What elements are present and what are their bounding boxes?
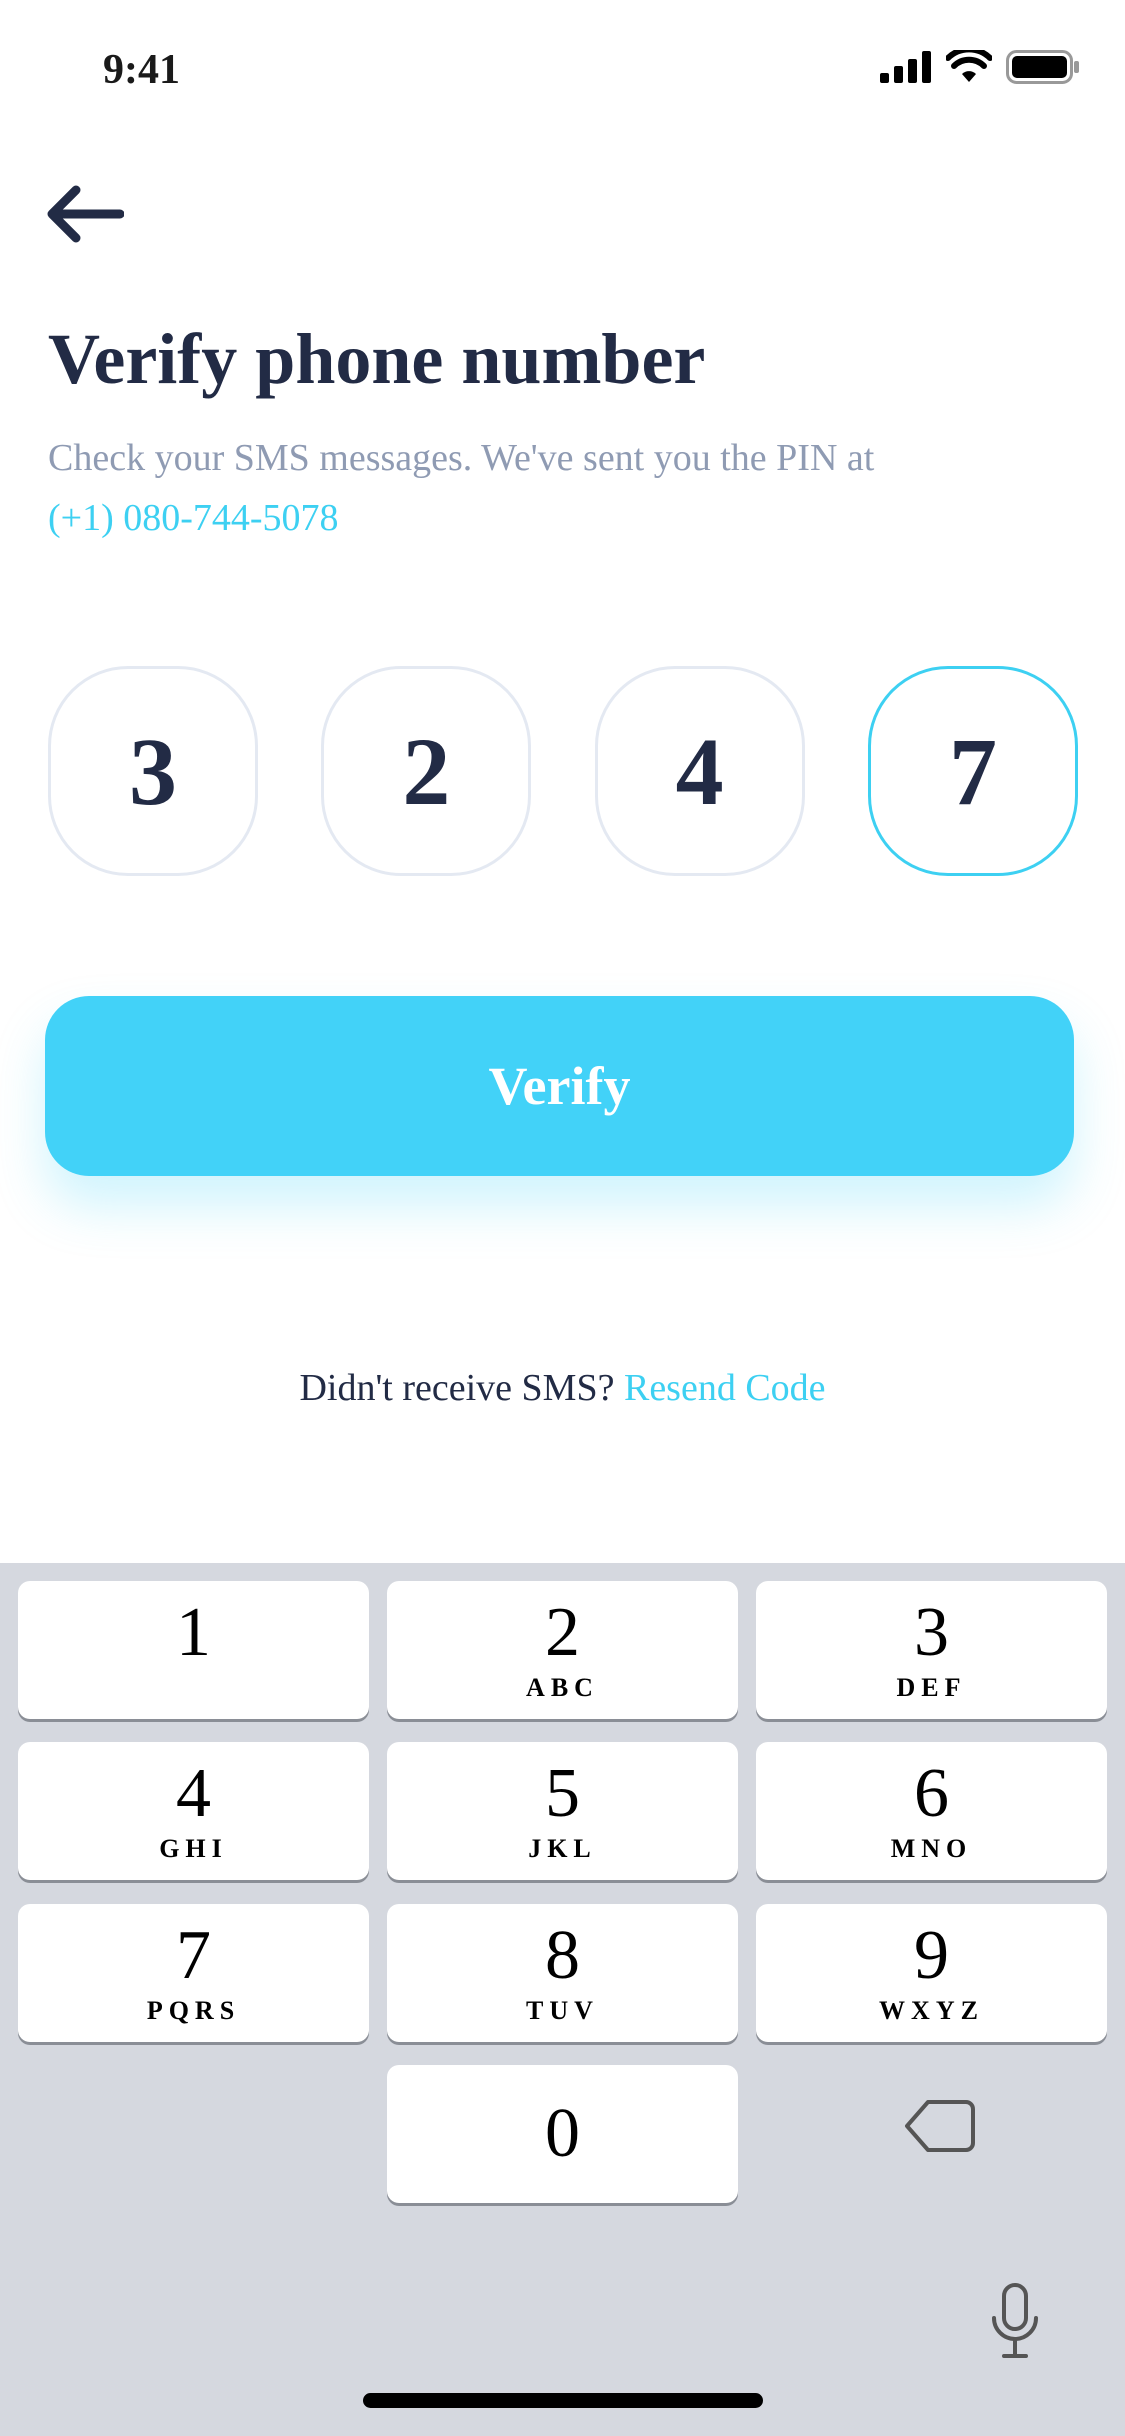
- key-number: 3: [914, 1594, 949, 1671]
- status-icons: [880, 46, 1080, 89]
- key-2[interactable]: 2 ABC: [387, 1581, 738, 1719]
- key-number: 7: [176, 1917, 211, 1994]
- key-9[interactable]: 9 WXYZ: [756, 1904, 1107, 2042]
- subtitle-text: Check your SMS messages. We've sent you …: [48, 437, 875, 479]
- status-bar: 9:41: [0, 0, 1125, 140]
- key-number: 2: [545, 1594, 580, 1671]
- resend-row: Didn't receive SMS? Resend Code: [0, 1366, 1125, 1410]
- key-letters: DEF: [896, 1673, 967, 1702]
- key-number: 5: [545, 1755, 580, 1832]
- key-letters: ABC: [526, 1673, 599, 1702]
- key-letters: WXYZ: [879, 1996, 984, 2025]
- key-6[interactable]: 6 MNO: [756, 1742, 1107, 1880]
- key-5[interactable]: 5 JKL: [387, 1742, 738, 1880]
- key-7[interactable]: 7 PQRS: [18, 1904, 369, 2042]
- signal-icon: [880, 51, 932, 88]
- pin-digit-1[interactable]: 3: [48, 666, 258, 876]
- key-8[interactable]: 8 TUV: [387, 1904, 738, 2042]
- home-indicator[interactable]: [363, 2393, 763, 2408]
- key-letters: MNO: [890, 1834, 973, 1863]
- phone-number: (+1) 080-744-5078: [48, 497, 339, 539]
- verify-button[interactable]: Verify: [45, 996, 1074, 1176]
- delete-icon: [904, 2098, 976, 2159]
- resend-prompt: Didn't receive SMS?: [299, 1367, 615, 1409]
- key-number: 8: [545, 1917, 580, 1994]
- key-4[interactable]: 4 GHI: [18, 1742, 369, 1880]
- microphone-icon: [990, 2282, 1040, 2365]
- page-title: Verify phone number: [48, 319, 706, 399]
- status-time: 9:41: [103, 47, 180, 93]
- back-button[interactable]: [40, 180, 130, 252]
- wifi-icon: [945, 46, 993, 89]
- key-number: 1: [176, 1594, 211, 1671]
- pin-digit-4[interactable]: 7: [867, 666, 1078, 876]
- key-letters: TUV: [526, 1996, 599, 2025]
- key-number: 0: [545, 2095, 580, 2172]
- key-letters: JKL: [528, 1834, 597, 1863]
- key-number: 4: [176, 1755, 211, 1832]
- pin-input-row: 3 2 4 7: [48, 666, 1078, 876]
- key-letters: GHI: [159, 1834, 228, 1863]
- pin-digit-3[interactable]: 4: [594, 666, 805, 876]
- delete-key[interactable]: [895, 2093, 985, 2163]
- key-1[interactable]: 1: [18, 1581, 369, 1719]
- key-number: 9: [914, 1917, 949, 1994]
- key-0[interactable]: 0: [387, 2065, 738, 2203]
- battery-icon: [1006, 50, 1080, 89]
- microphone-button[interactable]: [980, 2278, 1050, 2368]
- back-arrow-icon: [46, 184, 125, 249]
- subtitle: Check your SMS messages. We've sent you …: [48, 428, 1078, 548]
- key-letters: PQRS: [146, 1996, 241, 2025]
- resend-code-link[interactable]: Resend Code: [624, 1367, 826, 1409]
- key-3[interactable]: 3 DEF: [756, 1581, 1107, 1719]
- pin-digit-2[interactable]: 2: [321, 666, 532, 876]
- key-number: 6: [914, 1755, 949, 1832]
